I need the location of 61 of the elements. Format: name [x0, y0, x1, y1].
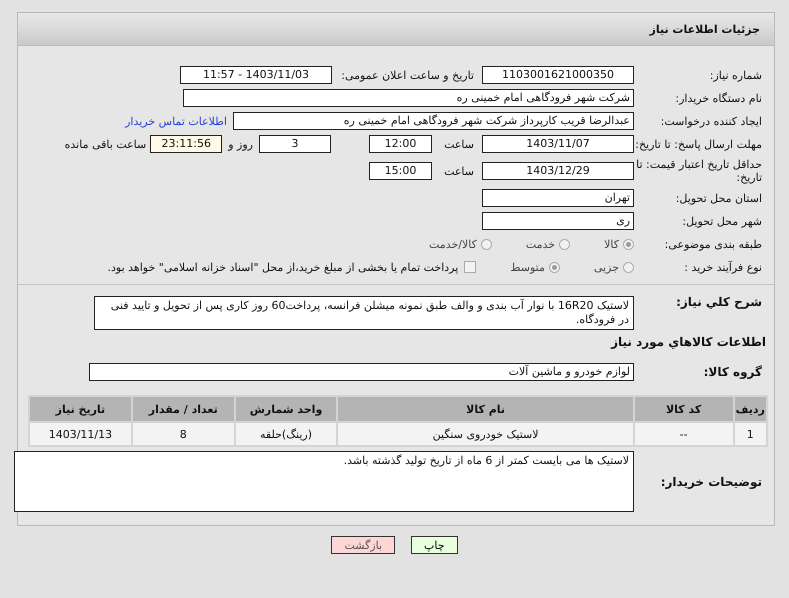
announce-date-field: 1403/11/03 - 11:57 — [180, 66, 332, 84]
radio-button[interactable] — [623, 262, 634, 272]
action-button[interactable]: بازگشت — [331, 536, 396, 554]
radio-button[interactable] — [623, 238, 634, 250]
table-cell: -- — [634, 423, 733, 445]
column-header: کد کالا — [634, 397, 733, 421]
field-label: شرح کلي نياز: — [675, 295, 763, 309]
field-label: ایجاد کننده درخواست: — [660, 114, 763, 128]
payment-note: پرداخت تمام یا بخشی از مبلغ خرید،از محل "اسناد خزانه اسلامی" خواهد بود. — [108, 260, 458, 274]
table-cell: 1403/11/13 — [30, 423, 131, 445]
description-textarea[interactable]: لاستیک 16R20 با نوار آب بندی و والف طبق نمونه میشلن فرانسه، پرداخت60 روز کاری پس از تحویل و تایید فنی در فرودگاه. — [94, 296, 634, 330]
table-cell: 8 — [132, 423, 234, 445]
panel-title: جزئیات اطلاعات نیاز — [650, 22, 760, 36]
section-heading: اطلاعات کالاهاي مورد نياز — [610, 335, 766, 349]
date-field: 1403/11/07 — [482, 135, 634, 153]
field-label: نوع فرآیند خرید : — [683, 260, 763, 274]
action-button[interactable]: چاپ — [411, 536, 458, 554]
days-label: روز و — [228, 138, 253, 150]
time-label: ساعت — [443, 138, 474, 150]
province-field: تهران — [482, 189, 634, 207]
field-label: تاریخ و ساعت اعلان عمومی: — [340, 68, 474, 82]
column-header: نام کالا — [338, 397, 633, 421]
date-field: 1403/12/29 — [482, 162, 634, 180]
field-label: نام دستگاه خریدار: — [674, 92, 763, 104]
remaining-label: ساعت باقی مانده — [64, 138, 146, 150]
radio-button[interactable] — [548, 262, 560, 272]
field-label: مهلت ارسال پاسخ: تا تاریخ: — [634, 138, 763, 150]
radio-option[interactable]: کالا/خدمت — [429, 238, 492, 250]
field-label: استان محل تحویل: — [674, 192, 763, 204]
city-field: ری — [482, 212, 634, 230]
field-label: شهر محل تحویل: — [681, 214, 763, 228]
contact-link[interactable]: اطلاعات تماس خریدار — [125, 114, 227, 128]
days-field: 3 — [259, 135, 331, 153]
column-header: واحد شمارش — [236, 397, 336, 421]
radio-option[interactable]: متوسط — [510, 260, 560, 274]
time-field: 12:00 — [369, 135, 432, 153]
remaining-time-field: 23:11:56 — [150, 135, 222, 153]
column-header: تعداد / مقدار — [132, 397, 234, 421]
time-field: 15:00 — [369, 162, 432, 180]
radio-button[interactable] — [559, 238, 570, 250]
need-number-field: 1103001621000350 — [482, 66, 634, 84]
field-label: گروه کالا: — [702, 365, 763, 379]
radio-option[interactable]: کالا — [604, 238, 634, 250]
radio-option[interactable]: جزیی — [594, 260, 634, 274]
field-label: حداقل تاریخ اعتبار قیمت: تا تاریخ: — [635, 158, 763, 184]
buyer-org-field: شرکت شهر فرودگاهی امام خمینی ره — [183, 89, 634, 107]
column-header: ردیف — [734, 397, 766, 421]
radio-button[interactable] — [480, 238, 492, 250]
time-label: ساعت — [443, 164, 474, 178]
goods-group-field: لوازم خودرو و ماشین آلات — [89, 363, 634, 381]
table-cell: 1 — [734, 423, 766, 445]
checkbox[interactable] — [464, 261, 476, 273]
table-cell: (رینگ)حلقه — [236, 423, 336, 445]
field-label: طبقه بندی موضوعی: — [664, 238, 763, 250]
column-header: تاریخ نیاز — [30, 397, 131, 421]
table-cell: لاستیک خودروی سنگین — [338, 423, 633, 445]
field-label: توضیحات خریدار: — [660, 474, 763, 488]
requester-field: عبدالرضا قریب کارپرداز شرکت شهر فرودگاهی امام خمینی ره — [233, 112, 634, 130]
field-label: شماره نیاز: — [708, 68, 763, 82]
radio-option[interactable]: خدمت — [526, 238, 570, 250]
buyer-notes-textarea[interactable]: لاستیک ها می بایست کمتر از 6 ماه از تاریخ تولید گذشته باشد. — [14, 451, 634, 512]
